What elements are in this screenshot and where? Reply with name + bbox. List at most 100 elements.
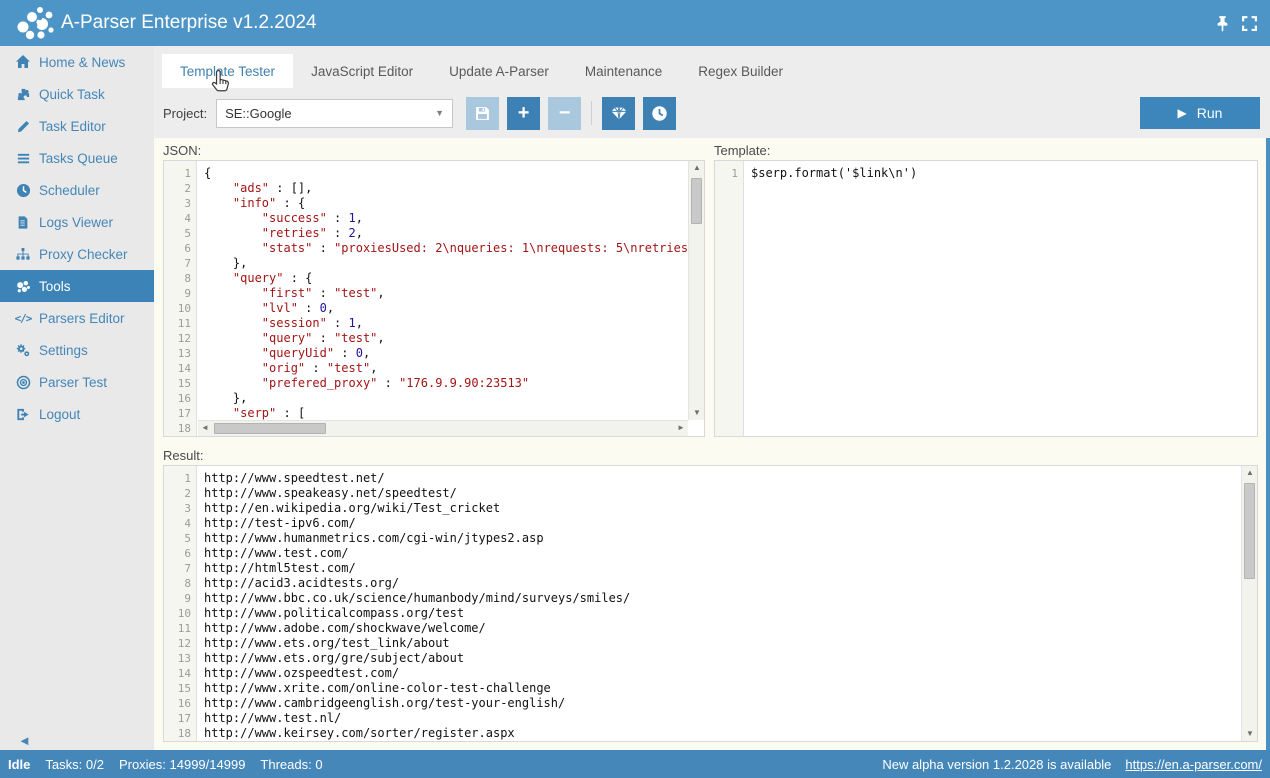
scroll-down-icon[interactable]: ▼ bbox=[689, 406, 705, 420]
sidebar-item-label: Task Editor bbox=[39, 119, 106, 134]
scroll-left-icon[interactable]: ◄ bbox=[198, 421, 212, 435]
line-number: 18 bbox=[164, 421, 196, 436]
sidebar-item-label: Scheduler bbox=[39, 183, 100, 198]
template-editor-code[interactable]: $serp.format('$link\n') bbox=[745, 161, 1257, 436]
code-line: http://www.xrite.com/online-color-test-c… bbox=[204, 681, 1257, 696]
sidebar-item-proxy-checker[interactable]: Proxy Checker bbox=[0, 238, 154, 270]
result-editor-vscrollbar[interactable]: ▲ ▼ bbox=[1241, 466, 1257, 741]
project-select-value: SE::Google bbox=[225, 106, 292, 121]
sidebar-item-label: Home & News bbox=[39, 55, 125, 70]
sidebar-item-label: Proxy Checker bbox=[39, 247, 128, 262]
status-item: Threads: 0 bbox=[260, 757, 322, 772]
scrollbar-thumb[interactable] bbox=[691, 178, 702, 224]
line-number: 14 bbox=[164, 666, 196, 681]
line-number: 4 bbox=[164, 516, 196, 531]
line-number: 4 bbox=[164, 211, 196, 226]
code-line: http://www.bbc.co.uk/science/humanbody/m… bbox=[204, 591, 1257, 606]
sidebar-item-logs-viewer[interactable]: Logs Viewer bbox=[0, 206, 154, 238]
list-icon bbox=[13, 151, 33, 166]
json-editor-hscrollbar[interactable]: ◄ ► bbox=[198, 420, 688, 436]
line-number: 9 bbox=[164, 286, 196, 301]
result-editor-gutter: 123456789101112131415161718 bbox=[164, 466, 197, 741]
line-number: 16 bbox=[164, 391, 196, 406]
result-editor-code[interactable]: http://www.speedtest.net/http://www.spea… bbox=[198, 466, 1257, 741]
json-editor-code[interactable]: { "ads" : [], "info" : { "success" : 1, … bbox=[198, 161, 704, 436]
status-item: Idle bbox=[8, 757, 30, 772]
scrollbar-thumb[interactable] bbox=[214, 423, 326, 434]
sidebar-item-tools[interactable]: Tools bbox=[0, 270, 154, 302]
sidebar-item-parser-test[interactable]: Parser Test bbox=[0, 366, 154, 398]
code-line: http://www.humanmetrics.com/cgi-win/jtyp… bbox=[204, 531, 1257, 546]
pin-button[interactable] bbox=[1214, 15, 1231, 32]
line-number: 15 bbox=[164, 376, 196, 391]
tab-template-tester[interactable]: Template Tester bbox=[162, 54, 293, 88]
line-number: 17 bbox=[164, 711, 196, 726]
code-line: "stats" : "proxiesUsed: 2\nqueries: 1\nr… bbox=[204, 241, 704, 256]
status-left: IdleTasks: 0/2Proxies: 14999/14999Thread… bbox=[8, 757, 323, 772]
sidebar-item-tasks-queue[interactable]: Tasks Queue bbox=[0, 142, 154, 174]
code-line: http://test-ipv6.com/ bbox=[204, 516, 1257, 531]
fullscreen-button[interactable] bbox=[1241, 15, 1258, 32]
tab-javascript-editor[interactable]: JavaScript Editor bbox=[293, 54, 431, 88]
sidebar-item-task-editor[interactable]: Task Editor bbox=[0, 110, 154, 142]
line-number: 13 bbox=[164, 651, 196, 666]
line-number: 6 bbox=[164, 241, 196, 256]
tab-update-a-parser[interactable]: Update A-Parser bbox=[431, 54, 567, 88]
run-button[interactable]: ▶ Run bbox=[1140, 97, 1260, 129]
scroll-up-icon[interactable]: ▲ bbox=[1242, 466, 1258, 480]
sidebar-item-label: Tools bbox=[39, 279, 71, 294]
toolbar-buttons: +− bbox=[466, 97, 676, 130]
code-line: http://en.wikipedia.org/wiki/Test_cricke… bbox=[204, 501, 1257, 516]
project-select[interactable]: SE::Google ▼ bbox=[216, 99, 453, 128]
home-icon bbox=[13, 54, 33, 70]
sidebar-item-label: Quick Task bbox=[39, 87, 105, 102]
sidebar-item-label: Parsers Editor bbox=[39, 311, 125, 326]
update-link[interactable]: https://en.a-parser.com/ bbox=[1125, 757, 1262, 772]
line-number: 5 bbox=[164, 531, 196, 546]
gem-button[interactable] bbox=[602, 97, 635, 130]
line-number: 13 bbox=[164, 346, 196, 361]
line-number: 7 bbox=[164, 561, 196, 576]
sidebar-item-quick-task[interactable]: Quick Task bbox=[0, 78, 154, 110]
scroll-down-icon[interactable]: ▼ bbox=[1242, 727, 1258, 741]
line-number: 8 bbox=[164, 271, 196, 286]
code-line: http://www.cambridgeenglish.org/test-you… bbox=[204, 696, 1257, 711]
floppy-icon bbox=[474, 105, 491, 122]
sidebar-item-label: Logs Viewer bbox=[39, 215, 113, 230]
sidebar-item-settings[interactable]: Settings bbox=[0, 334, 154, 366]
code-line: http://www.ozspeedtest.com/ bbox=[204, 666, 1257, 681]
tab-regex-builder[interactable]: Regex Builder bbox=[680, 54, 801, 88]
add-project-button[interactable]: + bbox=[507, 97, 540, 130]
tab-maintenance[interactable]: Maintenance bbox=[567, 54, 680, 88]
json-editor-vscrollbar[interactable]: ▲ ▼ bbox=[688, 161, 704, 420]
toolbar-separator bbox=[591, 101, 592, 125]
code-line: http://www.adobe.com/shockwave/welcome/ bbox=[204, 621, 1257, 636]
code-line: "session" : 1, bbox=[204, 316, 704, 331]
code-line: { bbox=[204, 166, 704, 181]
code-line: http://www.test.com/ bbox=[204, 546, 1257, 561]
scroll-right-icon[interactable]: ► bbox=[674, 421, 688, 435]
status-bar: IdleTasks: 0/2Proxies: 14999/14999Thread… bbox=[0, 750, 1270, 778]
scroll-up-icon[interactable]: ▲ bbox=[689, 161, 705, 175]
sidebar-collapse-button[interactable]: ◄ bbox=[18, 733, 31, 748]
molecule-icon bbox=[13, 279, 33, 294]
pencil-icon bbox=[13, 119, 33, 134]
history-button[interactable] bbox=[643, 97, 676, 130]
sidebar-item-scheduler[interactable]: Scheduler bbox=[0, 174, 154, 206]
scrollbar-thumb[interactable] bbox=[1244, 483, 1255, 579]
sidebar-item-logout[interactable]: Logout bbox=[0, 398, 154, 430]
code-line: "serp" : [ bbox=[204, 406, 704, 421]
save-project-button[interactable] bbox=[466, 97, 499, 130]
sidebar-item-parsers-editor[interactable]: </>Parsers Editor bbox=[0, 302, 154, 334]
result-editor[interactable]: 123456789101112131415161718 http://www.s… bbox=[163, 465, 1258, 742]
template-editor[interactable]: 1 $serp.format('$link\n') bbox=[714, 160, 1258, 437]
remove-project-button[interactable]: − bbox=[548, 97, 581, 130]
json-editor[interactable]: 123456789101112131415161718 { "ads" : []… bbox=[163, 160, 705, 437]
code-line: "info" : { bbox=[204, 196, 704, 211]
line-number: 10 bbox=[164, 301, 196, 316]
line-number: 3 bbox=[164, 501, 196, 516]
main-content: JSON: 123456789101112131415161718 { "ads… bbox=[154, 138, 1270, 750]
toolbar: Project: SE::Google ▼ +− ▶ Run bbox=[154, 88, 1270, 138]
sidebar-item-home-news[interactable]: Home & News bbox=[0, 46, 154, 78]
code-line: http://www.speakeasy.net/speedtest/ bbox=[204, 486, 1257, 501]
